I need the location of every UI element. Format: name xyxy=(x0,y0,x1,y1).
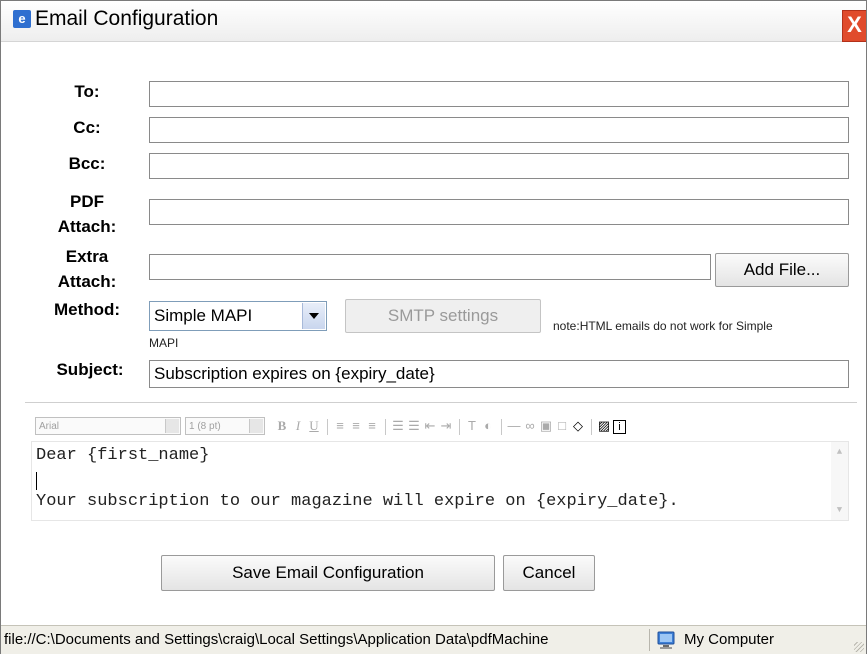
align-center-icon[interactable]: ≡ xyxy=(349,418,363,433)
pdf-attach-label-line2: Attach: xyxy=(57,217,117,236)
extra-attach-label-line2: Attach: xyxy=(57,272,117,291)
pdf-attach-field[interactable] xyxy=(149,199,849,225)
method-label: Method: xyxy=(53,300,121,319)
cc-field[interactable] xyxy=(149,117,849,143)
subject-label: Subject: xyxy=(56,360,124,379)
status-separator xyxy=(649,629,650,651)
image-icon[interactable]: ▣ xyxy=(539,418,553,434)
add-file-button[interactable]: Add File... xyxy=(715,253,849,287)
horizontal-rule-icon[interactable]: — xyxy=(507,418,521,433)
subject-field[interactable] xyxy=(149,360,849,388)
status-path: file://C:\Documents and Settings\craig\L… xyxy=(4,631,549,648)
extra-attach-field[interactable] xyxy=(149,254,711,280)
save-email-configuration-button[interactable]: Save Email Configuration xyxy=(161,555,495,591)
popout-icon[interactable]: ▨ xyxy=(597,418,611,434)
toolbar-separator xyxy=(459,419,460,435)
smtp-settings-button[interactable]: SMTP settings xyxy=(345,299,541,333)
toolbar-separator xyxy=(385,419,386,435)
chevron-down-icon xyxy=(165,419,179,433)
chevron-down-icon[interactable] xyxy=(302,303,325,329)
resize-grip[interactable] xyxy=(854,642,864,652)
font-name-value: Arial xyxy=(39,421,60,432)
text-color-icon[interactable]: T xyxy=(465,418,479,433)
cc-label: Cc: xyxy=(73,118,101,137)
info-icon[interactable]: i xyxy=(613,420,626,434)
toolbar-separator xyxy=(501,419,502,435)
method-select[interactable]: Simple MAPI xyxy=(149,301,327,331)
align-left-icon[interactable]: ≡ xyxy=(333,418,347,433)
status-bar: file://C:\Documents and Settings\craig\L… xyxy=(1,625,866,654)
to-label: To: xyxy=(74,82,100,101)
email-body-editor[interactable]: Dear {first_name} Your subscription to o… xyxy=(31,441,849,521)
link-icon[interactable]: ∞ xyxy=(523,418,537,433)
scroll-down-icon[interactable]: ▼ xyxy=(831,502,848,519)
chevron-down-icon xyxy=(249,419,263,433)
to-field[interactable] xyxy=(149,81,849,107)
method-selected-value: Simple MAPI xyxy=(154,306,253,325)
cancel-button[interactable]: Cancel xyxy=(503,555,595,591)
status-zone: My Computer xyxy=(684,631,775,648)
window-title: Email Configuration xyxy=(35,7,219,30)
scroll-up-icon[interactable]: ▲ xyxy=(831,444,848,461)
html-source-icon[interactable]: ◇ xyxy=(571,418,585,434)
title-bar: e Email Configuration X xyxy=(1,1,866,42)
method-note-continued: MAPI xyxy=(149,336,179,350)
indent-icon[interactable]: ⇥ xyxy=(439,418,453,434)
font-name-select[interactable]: Arial xyxy=(35,417,181,435)
my-computer-icon xyxy=(657,631,675,649)
pdf-attach-label-line1: PDF xyxy=(70,192,104,211)
numbered-list-icon[interactable]: ☰ xyxy=(391,418,405,434)
ie-page-icon: e xyxy=(13,10,31,28)
outdent-icon[interactable]: ⇤ xyxy=(423,418,437,434)
editor-line-3: Your subscription to our magazine will e… xyxy=(36,492,679,511)
editor-scrollbar[interactable]: ▲ ▼ xyxy=(831,442,848,520)
font-size-value: 1 (8 pt) xyxy=(189,421,221,432)
bcc-field[interactable] xyxy=(149,153,849,179)
bold-icon[interactable]: B xyxy=(275,418,289,434)
text-cursor xyxy=(36,472,37,490)
bulleted-list-icon[interactable]: ☰ xyxy=(407,418,421,434)
underline-icon[interactable]: U xyxy=(307,418,321,434)
highlight-icon[interactable]: ◐ xyxy=(481,418,495,433)
editor-line-1: Dear {first_name} xyxy=(36,446,210,465)
divider xyxy=(25,402,857,403)
method-note: note:HTML emails do not work for Simple xyxy=(553,319,773,333)
toolbar-separator xyxy=(591,419,592,435)
bcc-label: Bcc: xyxy=(68,154,106,173)
editor-toolbar: Arial 1 (8 pt) B I U ≡ ≡ ≡ ☰ ☰ ⇤ ⇥ T ◐ —… xyxy=(35,417,795,439)
toolbar-separator xyxy=(327,419,328,435)
extra-attach-label-line1: Extra xyxy=(65,247,109,266)
close-button[interactable]: X xyxy=(842,10,866,42)
table-icon[interactable]: □ xyxy=(555,418,569,433)
email-configuration-window: e Email Configuration X To: Cc: Bcc: PDF… xyxy=(0,0,867,654)
font-size-select[interactable]: 1 (8 pt) xyxy=(185,417,265,435)
italic-icon[interactable]: I xyxy=(291,418,305,434)
align-right-icon[interactable]: ≡ xyxy=(365,418,379,433)
